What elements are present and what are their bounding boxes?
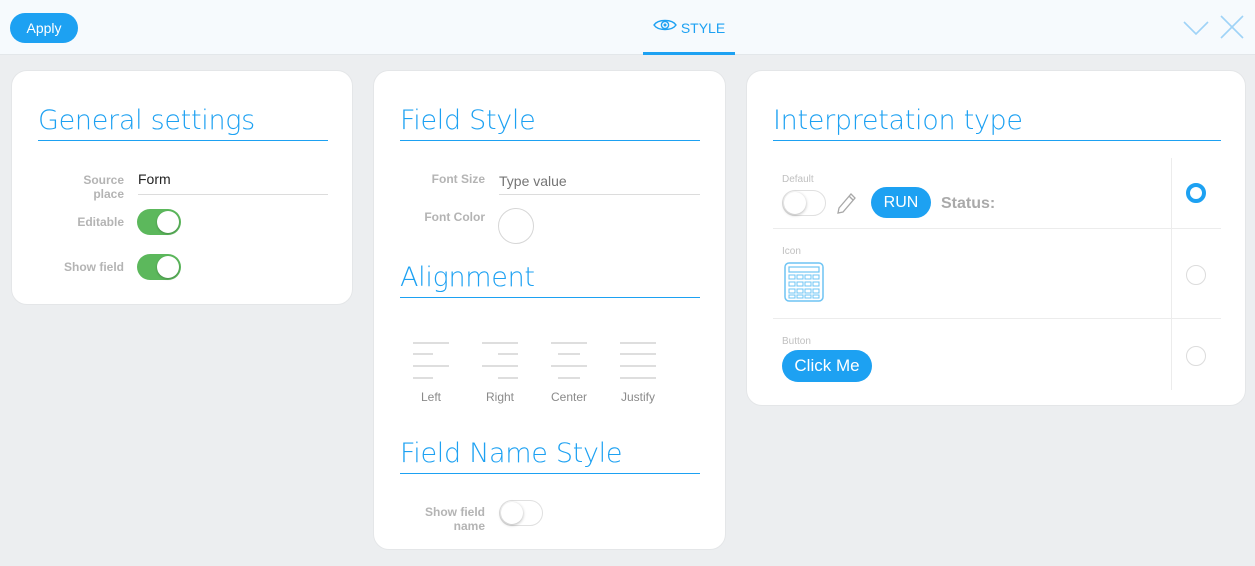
radio-button[interactable] xyxy=(1186,346,1206,366)
eye-icon xyxy=(652,19,677,30)
editable-toggle[interactable] xyxy=(137,209,181,235)
column-divider xyxy=(1171,158,1172,390)
default-toggle[interactable] xyxy=(782,190,826,216)
tab-active-indicator xyxy=(643,52,735,55)
font-size-label: Font Size xyxy=(431,172,485,186)
general-settings-card: General settings Source place Form Edita… xyxy=(11,70,353,305)
chevron-down-icon[interactable] xyxy=(1182,14,1210,40)
font-color-picker[interactable] xyxy=(498,208,534,244)
show-field-name-label: Show field name xyxy=(425,505,485,533)
align-center-icon xyxy=(551,342,587,379)
click-me-button[interactable]: Click Me xyxy=(782,350,872,382)
apply-button[interactable]: Apply xyxy=(10,13,78,43)
source-place-field[interactable]: Form xyxy=(138,171,328,195)
source-place-label: Source place xyxy=(83,173,124,201)
general-settings-title: General settings xyxy=(38,105,328,141)
alignment-title: Alignment xyxy=(400,262,700,298)
font-size-input[interactable] xyxy=(499,168,700,195)
close-icon[interactable] xyxy=(1218,14,1246,40)
default-label: Default xyxy=(782,174,814,185)
show-field-toggle[interactable] xyxy=(137,254,181,280)
top-toolbar: Apply STYLE xyxy=(0,0,1255,55)
run-button[interactable]: RUN xyxy=(871,187,931,218)
interpretation-type-card: Interpretation type Default RUN Status: … xyxy=(746,70,1246,406)
align-right-icon xyxy=(482,342,518,379)
field-name-style-title: Field Name Style xyxy=(400,438,700,474)
pencil-icon[interactable] xyxy=(835,190,859,214)
interpretation-type-title: Interpretation type xyxy=(773,105,1221,141)
row-divider xyxy=(773,318,1221,319)
font-color-label: Font Color xyxy=(424,210,485,224)
align-right-label: Right xyxy=(485,390,514,404)
align-justify-icon xyxy=(620,342,656,379)
align-justify-label: Justify xyxy=(620,390,655,404)
button-label: Button xyxy=(782,336,811,347)
align-center-label: Center xyxy=(550,390,588,404)
radio-icon[interactable] xyxy=(1186,265,1206,285)
calculator-icon[interactable] xyxy=(784,262,824,302)
radio-default[interactable] xyxy=(1186,183,1206,203)
align-center-option[interactable]: Center xyxy=(549,341,589,404)
editable-label: Editable xyxy=(77,215,124,229)
show-field-name-toggle[interactable] xyxy=(499,500,543,526)
align-justify-option[interactable]: Justify xyxy=(618,341,658,404)
icon-label: Icon xyxy=(782,246,801,257)
show-field-label: Show field xyxy=(64,260,124,274)
align-left-option[interactable]: Left xyxy=(411,341,451,404)
status-label: Status: xyxy=(941,195,996,212)
align-left-label: Left xyxy=(420,390,441,404)
field-style-title: Field Style xyxy=(400,105,700,141)
row-divider xyxy=(773,228,1221,229)
align-left-icon xyxy=(413,342,449,379)
align-right-option[interactable]: Right xyxy=(480,341,520,404)
tab-style-label: STYLE xyxy=(680,19,726,36)
field-style-card: Field Style Font Size Font Color Alignme… xyxy=(373,70,726,550)
tab-style[interactable]: STYLE xyxy=(643,0,735,55)
